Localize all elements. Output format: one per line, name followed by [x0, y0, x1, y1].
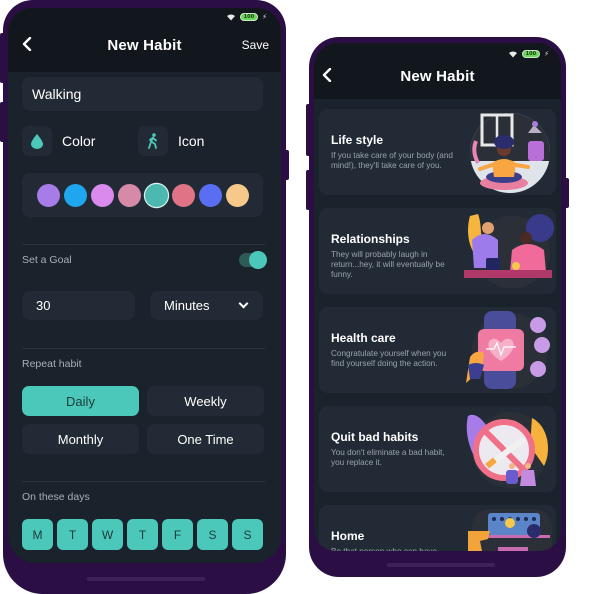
day-friday[interactable]: F: [162, 519, 193, 550]
set-goal-label: Set a Goal: [22, 254, 72, 266]
category-description: They will probably laugh in return...hey…: [331, 250, 445, 279]
wifi-icon: [508, 51, 517, 58]
category-description: Congratulate yourself when you find your…: [331, 349, 447, 368]
battery-icon: 100: [521, 50, 541, 58]
on-these-days-label: On these days: [22, 491, 90, 503]
day-monday[interactable]: M: [22, 519, 53, 550]
wifi-icon: [226, 14, 235, 21]
page-title: New Habit: [400, 67, 475, 85]
category-card-life-style[interactable]: Life style If you take care of your body…: [319, 109, 556, 195]
home-indicator: [387, 563, 495, 567]
divider: [22, 348, 265, 349]
category-title: Health care: [331, 331, 396, 345]
color-swatch[interactable]: [171, 183, 195, 207]
icon-label: Icon: [178, 133, 205, 149]
weekday-selector: M T W T F S S: [22, 519, 263, 550]
header: 100 ⚡ New Habit Save: [8, 8, 281, 72]
repeat-option-weekly[interactable]: Weekly: [147, 386, 264, 416]
goal-unit-value: Minutes: [164, 298, 210, 313]
category-title: Home: [331, 529, 365, 543]
battery-icon: 100: [239, 13, 259, 21]
day-label: T: [138, 527, 147, 542]
page-title: New Habit: [107, 36, 182, 54]
day-label: S: [243, 527, 252, 542]
new-habit-form-screen: 100 ⚡ New Habit Save Color Icon: [8, 8, 281, 563]
divider: [22, 244, 265, 245]
walking-person-icon: [148, 133, 157, 149]
couple-cooking-illustration: [464, 214, 554, 288]
habit-name-input[interactable]: [22, 77, 263, 111]
category-card-quit-bad-habits[interactable]: Quit bad habits You don't eliminate a ba…: [319, 406, 556, 492]
status-bar: 100 ⚡: [226, 13, 267, 21]
home-indicator: [87, 577, 205, 581]
chevron-left-icon: [322, 67, 332, 82]
no-smoking-illustration: [466, 412, 548, 488]
color-swatch[interactable]: [63, 183, 87, 207]
status-bar: 100 ⚡: [508, 50, 549, 58]
day-label: T: [68, 527, 77, 542]
repeat-option-label: Monthly: [57, 431, 104, 447]
header: 100 ⚡ New Habit: [314, 43, 561, 99]
category-description: If you take care of your body (and mind!…: [331, 151, 453, 170]
set-goal-toggle[interactable]: [239, 251, 267, 269]
day-thursday[interactable]: T: [127, 519, 158, 550]
day-label: W: [101, 527, 114, 542]
color-swatch[interactable]: [36, 183, 60, 207]
right-phone-frame: 100 ⚡ New Habit Life style If you take c…: [309, 37, 566, 577]
day-saturday[interactable]: S: [197, 519, 228, 550]
color-picker-button[interactable]: Color: [22, 126, 95, 156]
divider: [22, 481, 265, 482]
goal-amount-input[interactable]: [22, 291, 135, 320]
category-card-home[interactable]: Home Be that person who can have: [319, 505, 556, 551]
repeat-option-label: One Time: [177, 431, 234, 447]
goal-unit-select[interactable]: Minutes: [150, 291, 263, 320]
day-tuesday[interactable]: T: [57, 519, 88, 550]
color-swatch[interactable]: [225, 183, 249, 207]
category-description: Be that person who can have: [331, 547, 453, 551]
smartwatch-heart-illustration: [466, 311, 550, 389]
save-button[interactable]: Save: [242, 38, 269, 52]
day-label: F: [173, 527, 182, 542]
category-card-relationships[interactable]: Relationships They will probably laugh i…: [319, 208, 556, 294]
day-wednesday[interactable]: W: [92, 519, 123, 550]
repeat-option-one-time[interactable]: One Time: [147, 424, 264, 454]
day-sunday[interactable]: S: [232, 519, 263, 550]
category-title: Quit bad habits: [331, 430, 419, 444]
walking-icon-box: [138, 126, 168, 156]
category-description: You don't eliminate a bad habit, you rep…: [331, 448, 445, 467]
chevron-left-icon: [22, 36, 32, 51]
repeat-option-label: Weekly: [184, 393, 227, 409]
category-title: Relationships: [331, 232, 410, 246]
color-swatch[interactable]: [144, 183, 168, 207]
day-label: S: [208, 527, 217, 542]
repeat-option-daily[interactable]: Daily: [22, 386, 139, 416]
repeat-option-label: Daily: [66, 393, 95, 409]
droplet-icon: [31, 133, 43, 149]
droplet-icon-box: [22, 126, 52, 156]
color-label: Color: [62, 133, 96, 149]
color-swatch[interactable]: [198, 183, 222, 207]
cleaning-illustration: [468, 509, 552, 551]
charging-icon: ⚡: [544, 50, 549, 58]
category-title: Life style: [331, 133, 384, 147]
color-swatch[interactable]: [117, 183, 141, 207]
day-label: M: [32, 527, 43, 542]
color-swatches: [22, 173, 263, 217]
color-swatch[interactable]: [90, 183, 114, 207]
repeat-option-monthly[interactable]: Monthly: [22, 424, 139, 454]
chevron-down-icon: [238, 298, 249, 309]
icon-picker-button[interactable]: Icon: [138, 126, 204, 156]
habit-category-screen: 100 ⚡ New Habit Life style If you take c…: [314, 43, 561, 551]
meditation-illustration: [470, 113, 550, 193]
back-button[interactable]: [322, 66, 332, 87]
charging-icon: ⚡: [262, 13, 267, 21]
left-phone-frame: 100 ⚡ New Habit Save Color Icon: [3, 0, 286, 594]
category-card-health-care[interactable]: Health care Congratulate yourself when y…: [319, 307, 556, 393]
back-button[interactable]: [22, 35, 32, 56]
toggle-knob: [249, 251, 267, 269]
repeat-habit-label: Repeat habit: [22, 358, 82, 370]
